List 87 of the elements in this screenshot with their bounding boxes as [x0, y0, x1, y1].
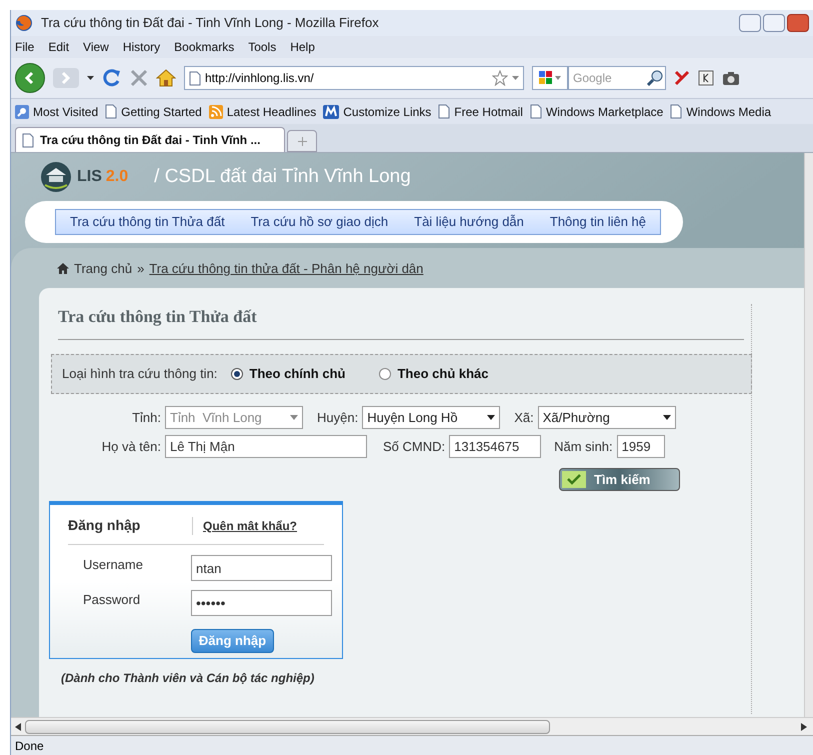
camera-icon[interactable] [722, 70, 740, 86]
maximize-button[interactable] [763, 14, 785, 32]
login-title: Đăng nhập [68, 516, 142, 535]
menu-item[interactable]: History [122, 38, 160, 56]
close-button[interactable] [787, 14, 809, 32]
nav-link[interactable]: Tra cứu hồ sơ giao dịch [250, 212, 388, 232]
dropdown-caret-icon [487, 415, 496, 420]
field-label: Số CMND: [383, 438, 446, 456]
magnifier-icon [15, 104, 29, 118]
dropdown-caret-icon [662, 415, 671, 420]
logo-version: 2.0 [106, 167, 128, 187]
bookmark-link[interactable]: Windows Media [686, 102, 772, 120]
field-label: Huyện: [316, 408, 360, 427]
bookmark-link[interactable]: Getting Started [121, 102, 202, 120]
login-note: (Dành cho Thành viên và Cán bộ tác nghiệp) [61, 670, 316, 687]
menu-item[interactable]: Tools [248, 38, 276, 56]
bookmark-link[interactable]: Customize Links [343, 102, 432, 120]
feed-icon [208, 104, 223, 118]
bookmark-link[interactable]: Most Visited [33, 102, 98, 120]
home-icon[interactable] [156, 69, 176, 87]
page-icon [105, 104, 118, 119]
browser-tab[interactable]: Tra cứu thông tin Đất đai - Tinh Vĩnh ... [15, 127, 285, 152]
dropdown-caret-icon [555, 76, 561, 80]
logo-text: LIS [77, 167, 102, 187]
dropdown[interactable]: Xã/Phường [538, 406, 676, 429]
menu-item[interactable]: Edit [48, 38, 70, 56]
menu-item[interactable]: File [15, 38, 34, 56]
home-icon [57, 263, 69, 274]
search-button[interactable]: Tìm kiếm [559, 468, 680, 491]
username-label: Username [82, 556, 144, 574]
username-field[interactable]: ntan [191, 555, 332, 581]
name-field[interactable]: Lê Thị Mận [165, 435, 367, 458]
scroll-right-icon[interactable] [801, 722, 807, 730]
nav-link[interactable]: Tra cứu thông tin Thửa đất [70, 212, 225, 232]
window-title: Tra cứu thông tin Đất đai - Tinh Vĩnh Long - Mozilla Firefox [41, 14, 379, 32]
radio-option[interactable]: Theo chính chủ [231, 364, 346, 384]
menu-item[interactable]: Bookmarks [174, 38, 234, 56]
bookmark-link[interactable]: Windows Marketplace [546, 102, 664, 120]
m-logo-icon [323, 104, 340, 118]
breadcrumb-home-link[interactable]: Trang chủ [74, 259, 132, 278]
menu-item[interactable]: Help [290, 38, 315, 56]
bookmark-link[interactable]: Free Hotmail [454, 102, 523, 120]
firefox-logo-icon [15, 14, 33, 32]
search-engine-button[interactable] [532, 66, 568, 90]
page-icon [438, 104, 450, 119]
breadcrumb-link[interactable]: Tra cứu thông tin thửa đất - Phân hệ người dân [149, 259, 424, 278]
search-field[interactable]: Google [568, 66, 666, 90]
new-tab-button[interactable] [287, 130, 317, 152]
page-icon [530, 104, 542, 119]
breadcrumb-separator: » [137, 260, 144, 278]
dropdown-caret-icon[interactable] [87, 76, 94, 80]
nav-link[interactable]: Thông tin liên hệ [550, 212, 646, 232]
page-icon [670, 104, 682, 119]
horizontal-scrollbar[interactable] [11, 717, 813, 735]
star-icon[interactable] [492, 70, 508, 86]
address-bar[interactable]: http://vinhlong.lis.vn/ [184, 66, 524, 90]
id-number-field[interactable]: 131354675 [449, 435, 542, 458]
logo-icon [39, 161, 73, 193]
dropdown[interactable]: Huyện Long Hồ [362, 406, 500, 429]
status-text: Done [15, 738, 44, 754]
back-button[interactable] [15, 63, 45, 93]
dropdown-caret-icon [290, 415, 298, 420]
vertical-scrollbar[interactable] [804, 153, 813, 717]
search-type-label: Loại hình tra cứu thông tin: [62, 365, 218, 384]
scroll-left-icon[interactable] [15, 722, 21, 730]
minimize-button[interactable] [739, 14, 761, 32]
page-icon [189, 70, 201, 86]
radio-option[interactable]: Theo chủ khác [379, 364, 489, 384]
section-title: Tra cứu thông tin Thửa đất [58, 304, 744, 340]
password-label: Password [82, 591, 142, 609]
nav-link[interactable]: Tài liệu hướng dẫn [414, 212, 524, 232]
field-label: Xã: [513, 408, 535, 427]
forgot-password-link[interactable]: Quên mât khẩu? [192, 516, 298, 534]
scrollbar-thumb[interactable] [25, 720, 550, 734]
password-field[interactable]: •••••• [191, 590, 332, 616]
page-icon [22, 132, 34, 148]
reload-icon[interactable] [102, 68, 122, 88]
plus-icon [298, 136, 306, 146]
field-label: Tỉnh: [131, 408, 162, 427]
search-icon[interactable] [647, 70, 663, 86]
bookmark-link[interactable]: Latest Headlines [226, 102, 316, 120]
menu-item[interactable]: View [83, 38, 109, 56]
birth-year-field[interactable]: 1959 [616, 435, 665, 458]
colored-squares-icon [539, 71, 553, 85]
site-title: / CSDL đất đai Tỉnh Vĩnh Long [154, 164, 411, 189]
field-label: Họ và tên: [100, 438, 162, 456]
field-label: Năm sinh: [554, 438, 614, 456]
